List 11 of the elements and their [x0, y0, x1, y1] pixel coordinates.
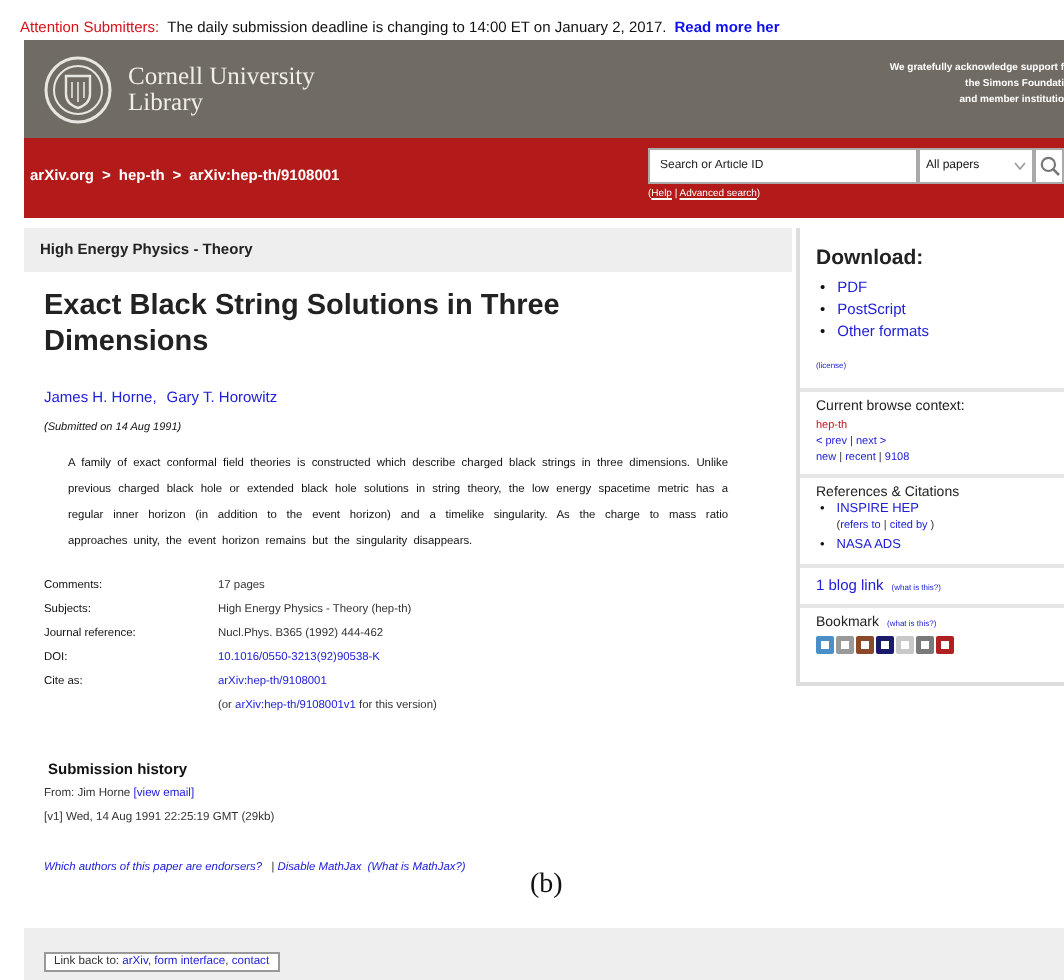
caret-icon [1014, 162, 1026, 170]
bookmark-icon[interactable] [856, 636, 874, 654]
bookmark-icon[interactable] [936, 636, 954, 654]
download-heading: Download: [816, 246, 926, 270]
search-icon [1040, 156, 1060, 176]
figure-caption: (b) [530, 870, 563, 902]
search-button[interactable] [1034, 148, 1064, 184]
paper-title: Exact Black String Solutions in Three Dimensions [44, 288, 562, 360]
bookmark-icon[interactable] [876, 636, 894, 654]
institution-name: Cornell University Library [128, 63, 315, 115]
seal-icon [44, 55, 112, 123]
